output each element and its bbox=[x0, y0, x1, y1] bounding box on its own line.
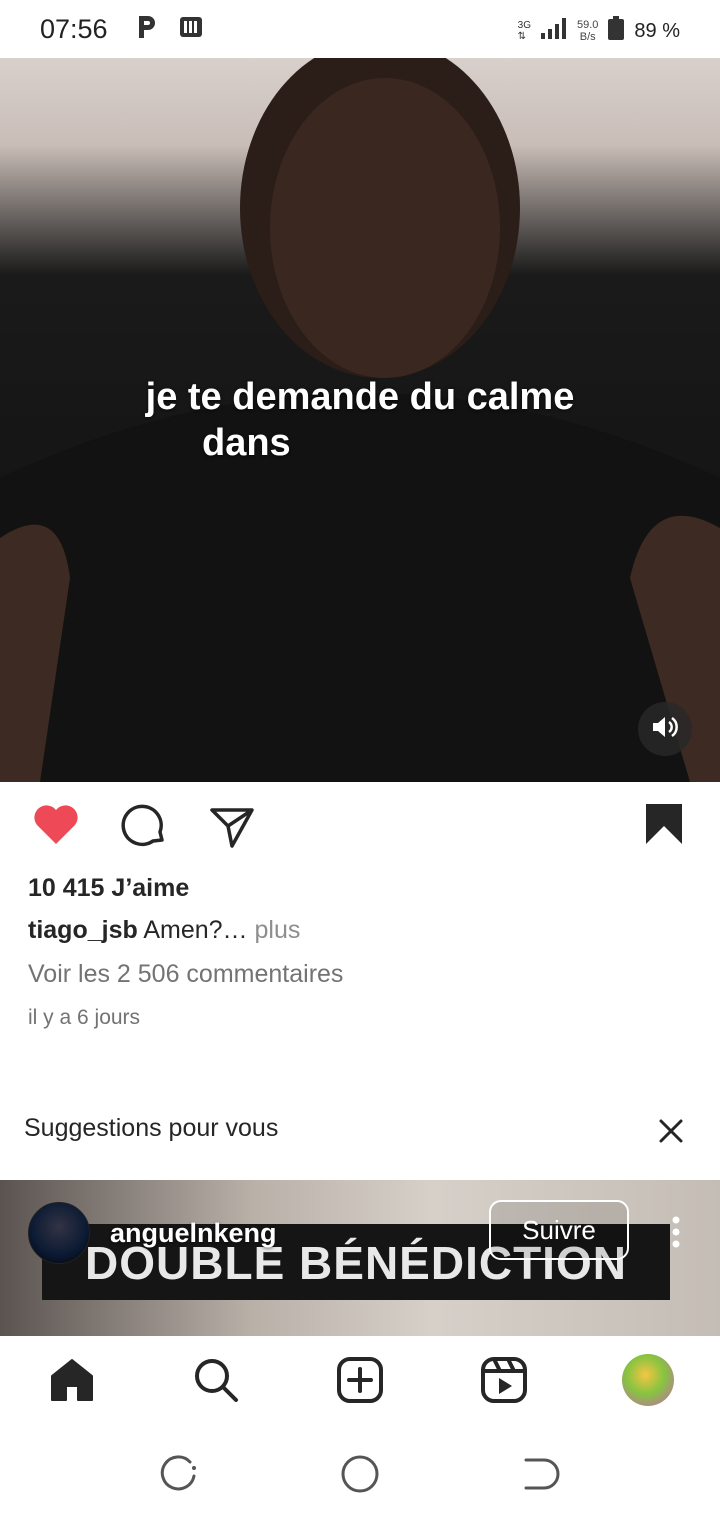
like-heart-icon[interactable] bbox=[32, 802, 80, 851]
share-send-icon[interactable] bbox=[208, 802, 256, 855]
app-notification-icon bbox=[178, 14, 204, 45]
bookmark-icon[interactable] bbox=[644, 802, 684, 851]
post-caption[interactable]: tiago_jsb Amen?… plus bbox=[28, 916, 300, 945]
more-link[interactable]: plus bbox=[255, 916, 301, 944]
post-username[interactable]: tiago_jsb bbox=[28, 916, 138, 944]
back-icon[interactable] bbox=[520, 1454, 560, 1499]
network-type: 3G ⇅ bbox=[517, 20, 531, 42]
next-post[interactable]: DOUBLE BÉNÉDICTION anguelnkeng Suivre bbox=[0, 1180, 720, 1336]
search-icon[interactable] bbox=[192, 1356, 240, 1409]
post-video[interactable]: je te demande du calme dans bbox=[0, 58, 720, 782]
profile-avatar[interactable] bbox=[622, 1354, 674, 1406]
follow-button[interactable]: Suivre bbox=[489, 1200, 629, 1260]
signal-icon bbox=[540, 17, 567, 45]
post-text: Amen?… bbox=[143, 916, 248, 944]
status-bar: 07:56 3G ⇅ 59.0 B/s 89 % bbox=[0, 0, 720, 58]
recent-apps-icon[interactable] bbox=[160, 1454, 200, 1499]
comment-icon[interactable] bbox=[120, 802, 168, 855]
post-date: il y a 6 jours bbox=[28, 1006, 141, 1029]
net-speed: 59.0 B/s bbox=[576, 19, 599, 43]
battery-icon bbox=[608, 16, 625, 46]
video-caption-line-2: dans bbox=[202, 422, 291, 464]
close-icon[interactable] bbox=[658, 1118, 684, 1149]
view-comments-link[interactable]: Voir les 2 506 commentaires bbox=[28, 960, 343, 989]
more-options-icon[interactable] bbox=[672, 1216, 680, 1253]
speaker-icon bbox=[651, 715, 679, 744]
video-frame bbox=[0, 58, 720, 782]
bottom-nav bbox=[0, 1336, 720, 1428]
next-post-avatar[interactable] bbox=[28, 1202, 90, 1264]
parking-app-icon bbox=[136, 14, 158, 45]
sound-toggle-button[interactable] bbox=[638, 702, 692, 756]
likes-count[interactable]: 10 415 J’aime bbox=[28, 874, 189, 903]
system-nav-bar bbox=[0, 1428, 720, 1520]
post-actions bbox=[0, 782, 720, 872]
home-button-icon[interactable] bbox=[340, 1454, 380, 1499]
suggestions-title: Suggestions pour vous bbox=[24, 1114, 279, 1142]
status-time: 07:56 bbox=[40, 14, 108, 44]
reels-icon[interactable] bbox=[480, 1356, 528, 1409]
home-icon[interactable] bbox=[48, 1356, 96, 1409]
battery-percent: 89 % bbox=[634, 19, 680, 42]
video-caption-line-1: je te demande du calme bbox=[145, 376, 575, 418]
create-icon[interactable] bbox=[336, 1356, 384, 1409]
next-post-username[interactable]: anguelnkeng bbox=[110, 1218, 277, 1249]
